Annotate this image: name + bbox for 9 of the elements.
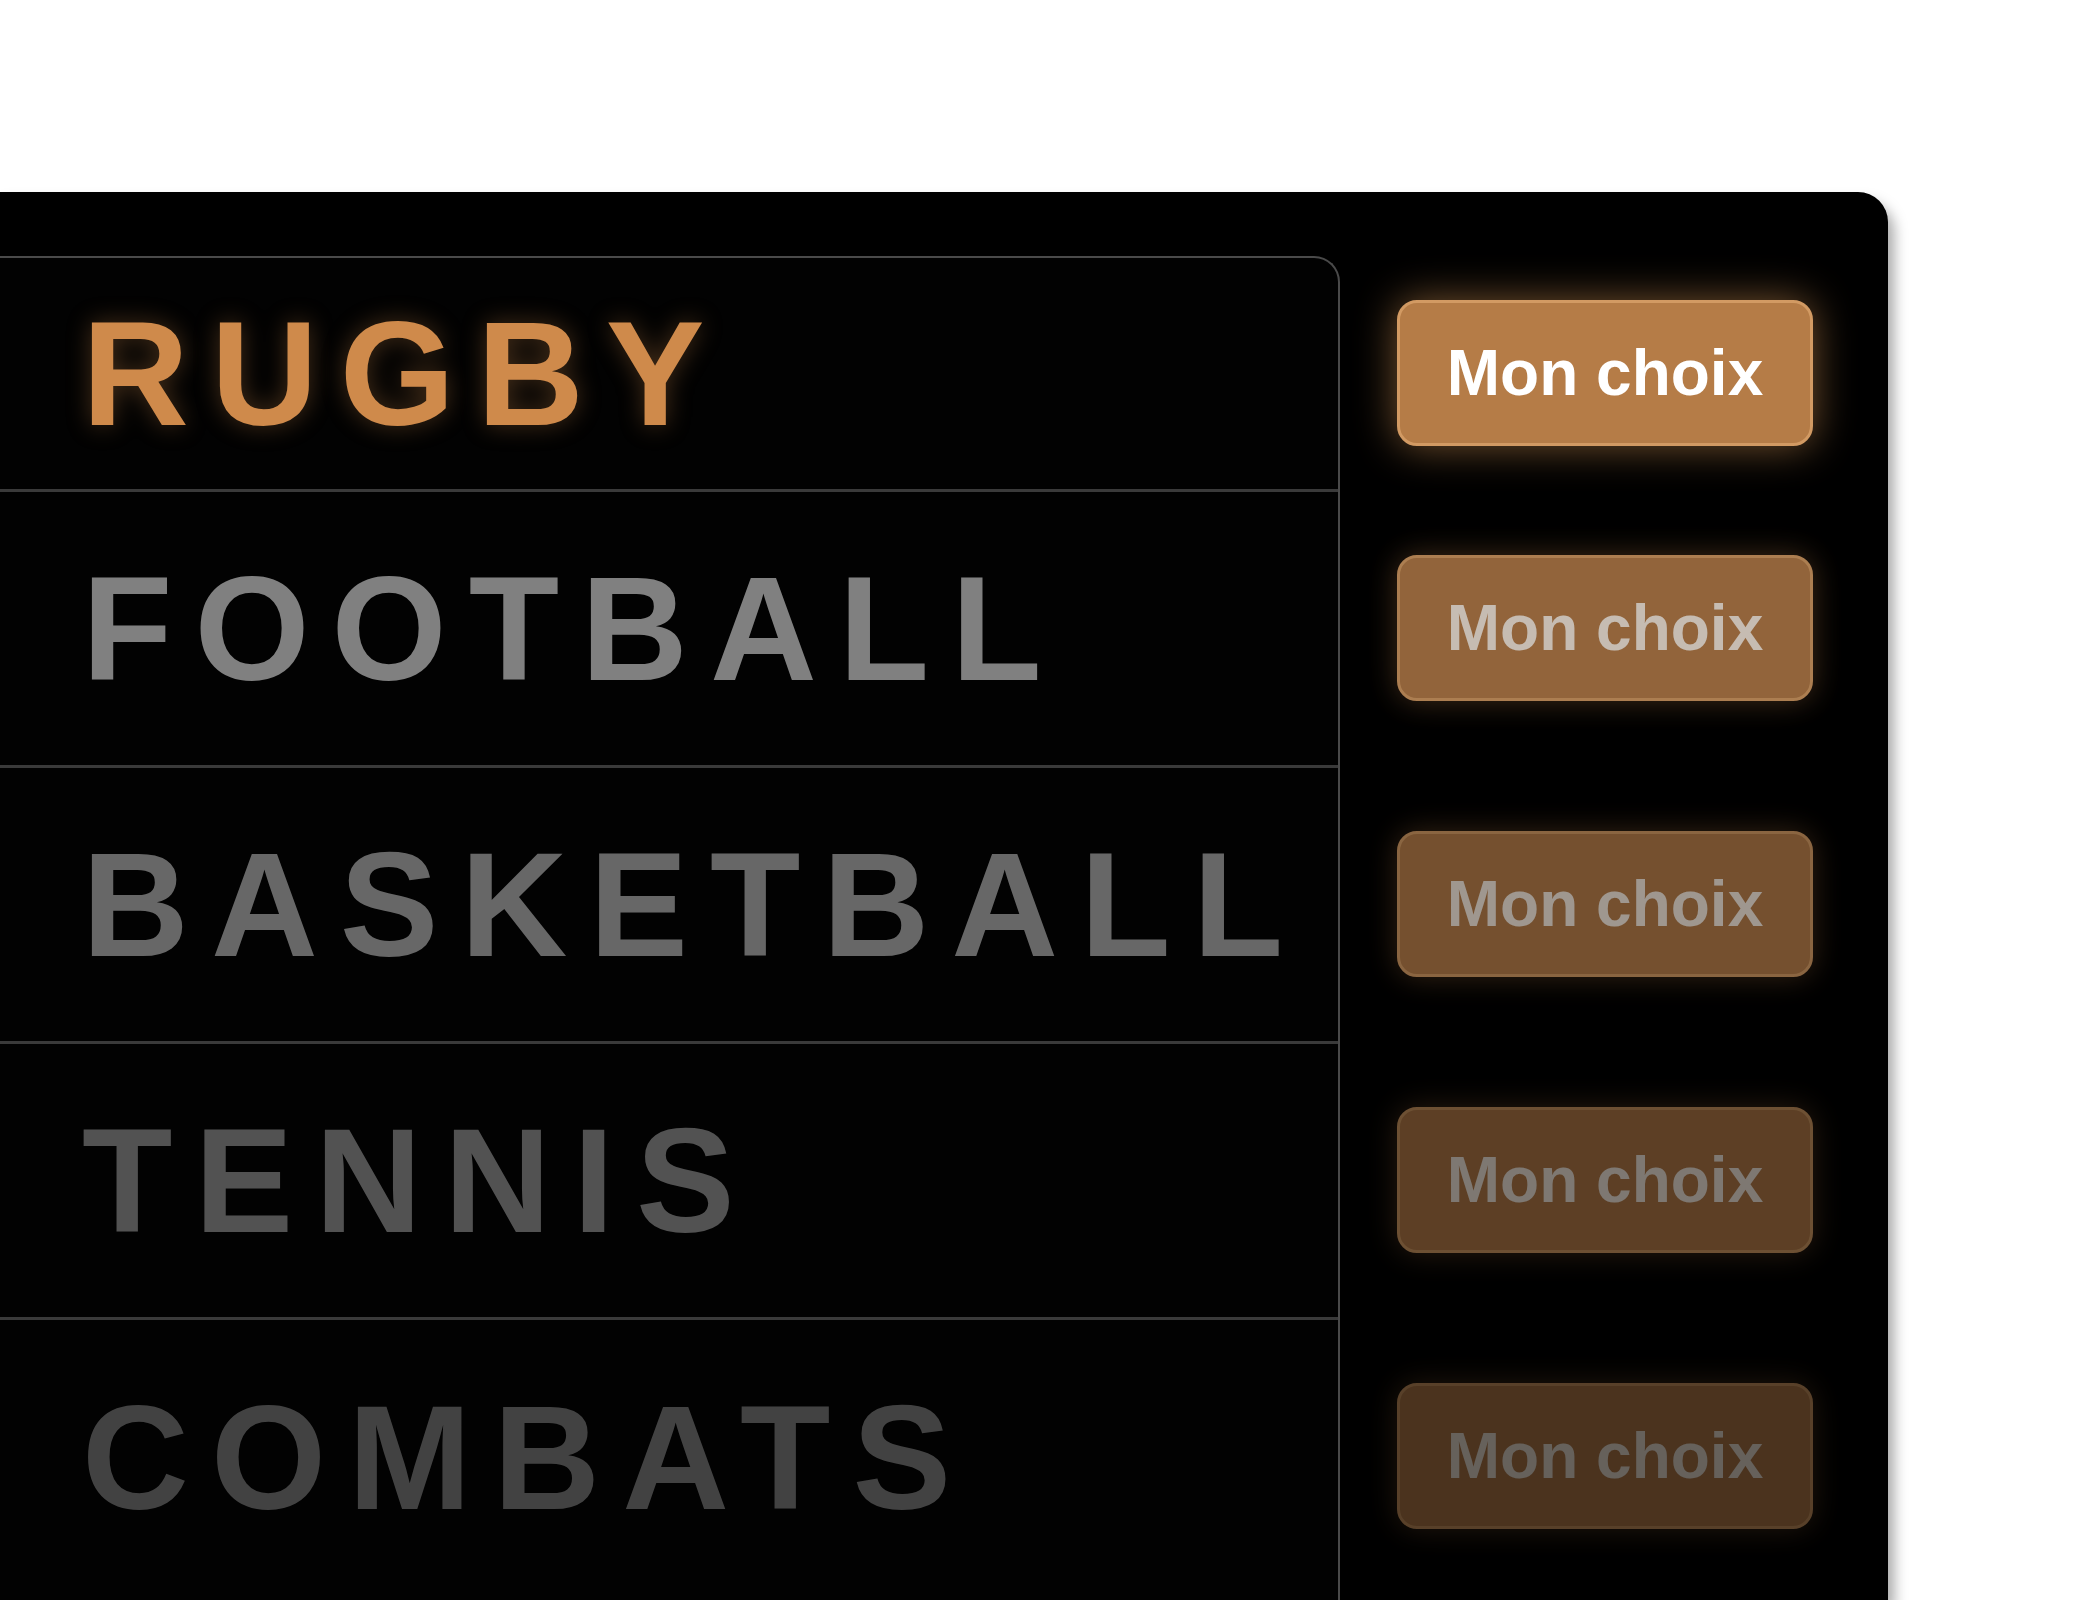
choice-button[interactable]: Mon choix — [1397, 1107, 1813, 1253]
sport-option[interactable]: RUGBY — [82, 299, 727, 448]
sport-option[interactable]: FOOTBALL — [82, 554, 1064, 703]
sport-option[interactable]: TENNIS — [82, 1106, 757, 1255]
sport-option[interactable]: BASKETBALL — [82, 830, 1306, 979]
choice-button[interactable]: Mon choix — [1397, 300, 1813, 446]
choice-button[interactable]: Mon choix — [1397, 555, 1813, 701]
sport-option[interactable]: COMBATS — [82, 1384, 974, 1532]
choice-button[interactable]: Mon choix — [1397, 831, 1813, 977]
